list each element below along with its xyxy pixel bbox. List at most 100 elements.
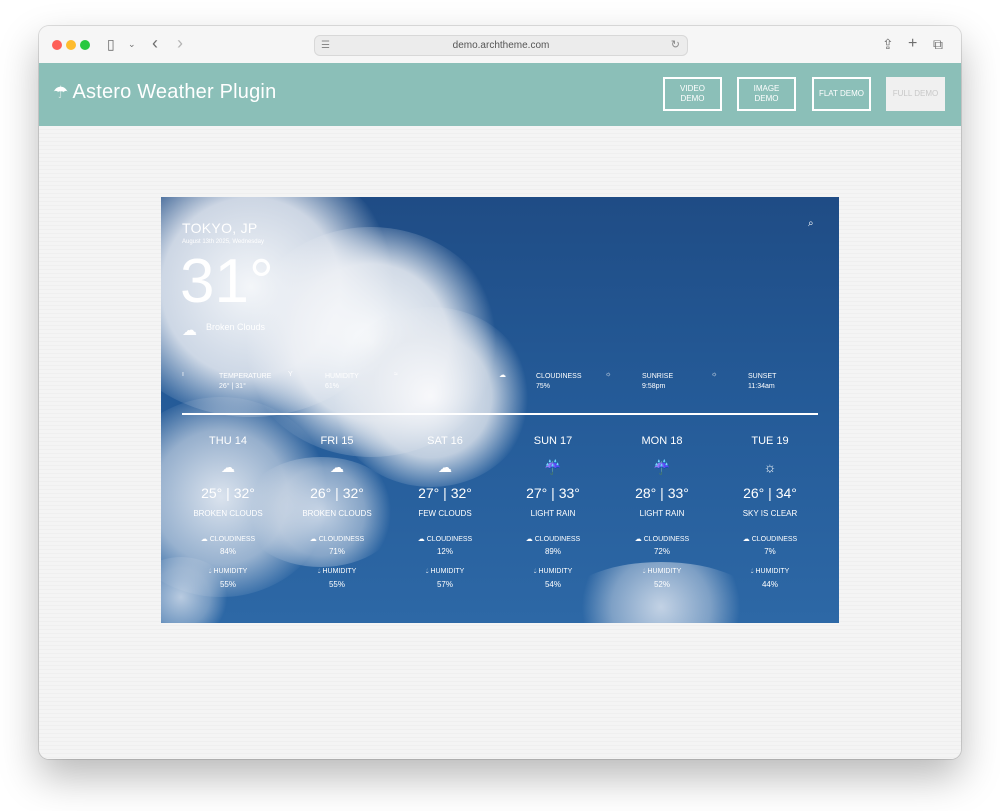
forecast-day-name: MON 18 (641, 435, 683, 447)
forecast-description: LIGHT RAIN (530, 509, 576, 518)
light-rain-icon: ☔ (544, 459, 562, 475)
forecast-range: 26° | 32° (310, 485, 364, 501)
forecast-description: LIGHT RAIN (639, 509, 685, 518)
forecast-humidity-label: 💧︎ HUMIDITY (715, 568, 825, 577)
cloud-icon: ☁ (309, 536, 319, 543)
forecast-cloudiness-label: ☁ CLOUDINESS (715, 535, 825, 544)
forecast-day: THU 14 ☁ 25° | 32° BROKEN CLOUDS ☁ CLOUD… (173, 435, 283, 590)
current-temperature: 31° (180, 247, 274, 316)
cloudiness-label: CLOUDINESS (318, 536, 365, 543)
forecast-description: BROKEN CLOUDS (193, 509, 263, 518)
stat-value: 75% (536, 383, 551, 390)
forecast-day: SUN 17 ☔ 27° | 33° LIGHT RAIN ☁ CLOUDINE… (498, 435, 608, 590)
forecast-humidity-label: 💧︎ HUMIDITY (173, 568, 283, 577)
forecast-cloudiness: 12% (436, 547, 453, 556)
minimize-window-button[interactable] (66, 40, 76, 50)
page-menu-icon[interactable]: ☰ (321, 36, 330, 55)
search-icon[interactable]: ⌕ (808, 218, 814, 229)
chevron-down-icon[interactable]: ⌄ (128, 35, 136, 53)
few-clouds-icon: ☁ (438, 459, 452, 475)
humidity-label: HUMIDITY (430, 568, 465, 575)
forecast-range: 27° | 32° (418, 485, 472, 501)
forecast-humidity-label: 💧︎ HUMIDITY (498, 568, 608, 577)
cloudiness-label: CLOUDINESS (643, 536, 690, 543)
forecast-day-name: SUN 17 (533, 435, 573, 447)
stat-label: SUNSET (748, 373, 777, 380)
broken-clouds-icon: ☁ (330, 459, 344, 475)
stat-value: 9:58pm (642, 383, 666, 390)
zoom-window-button[interactable] (80, 40, 90, 50)
cloud-icon: ☁ (525, 536, 535, 543)
forecast-humidity: 54% (544, 580, 561, 589)
tab-overview-icon[interactable]: ⧉ (933, 35, 943, 53)
site-brand[interactable]: ☂ Astero Weather Plugin (53, 79, 276, 106)
page-body: TOKYO, JP August 13th 2025, Wednesday 31… (39, 126, 961, 759)
reload-icon[interactable]: ↻ (671, 36, 680, 55)
stat-value: 61% (325, 383, 340, 390)
full-demo-button[interactable]: FULL DEMO (886, 77, 945, 111)
stat-value: 26° | 31° (219, 383, 246, 390)
forecast-cloudiness: 84% (219, 547, 236, 556)
forecast-day: MON 18 ☔ 28° | 33° LIGHT RAIN ☁ CLOUDINE… (607, 435, 717, 590)
forecast-range: 25° | 32° (201, 485, 255, 501)
forecast-day-name: FRI 15 (320, 435, 354, 447)
cloud-icon: ☁ (417, 536, 427, 543)
forecast-day-name: THU 14 (209, 435, 247, 447)
stat-label: CLOUDINESS (536, 373, 582, 380)
forecast-cloudiness-label: ☁ CLOUDINESS (607, 535, 717, 544)
cloudiness-label: CLOUDINESS (209, 536, 256, 543)
forecast-cloudiness-label: ☁ CLOUDINESS (173, 535, 283, 544)
forecast-humidity-label: 💧︎ HUMIDITY (607, 568, 717, 577)
humidity-icon: Y (288, 371, 293, 378)
sidebar-icon[interactable]: ▯ (107, 35, 115, 53)
cloudiness-label: CLOUDINESS (426, 536, 473, 543)
forecast-day: SAT 16 ☁ 27° | 32° FEW CLOUDS ☁ CLOUDINE… (390, 435, 500, 590)
browser-window: ▯ ⌄ ‹ › ☰ demo.archtheme.com ↻ ⇪ + ⧉ ☂ As… (39, 26, 961, 759)
video-demo-button[interactable]: VIDEO DEMO (663, 77, 722, 111)
image-demo-button[interactable]: IMAGE DEMO (737, 77, 796, 111)
forecast-humidity: 52% (653, 580, 670, 589)
city-name: TOKYO, JP (182, 220, 258, 236)
humidity-label: HUMIDITY (538, 568, 573, 575)
forecast-description: BROKEN CLOUDS (302, 509, 372, 518)
address-bar[interactable]: ☰ demo.archtheme.com ↻ (314, 35, 688, 56)
back-icon[interactable]: ‹ (152, 34, 158, 52)
forecast-humidity: 44% (761, 580, 778, 589)
forecast-day-name: TUE 19 (751, 435, 789, 447)
sunset-icon: ☼ (711, 371, 718, 378)
stat-value: 11:34am (748, 383, 775, 390)
cloud-icon: ☁ (200, 536, 210, 543)
forecast-range: 26° | 34° (743, 485, 797, 501)
current-date: August 13th 2025, Wednesday (182, 239, 264, 245)
cloud-icon: ☁ (499, 372, 506, 379)
forecast-range: 27° | 33° (526, 485, 580, 501)
forecast-cloudiness-label: ☁ CLOUDINESS (282, 535, 392, 544)
site-title: Astero Weather Plugin (72, 81, 277, 103)
forecast-description: SKY IS CLEAR (742, 509, 798, 518)
forecast-cloudiness-label: ☁ CLOUDINESS (498, 535, 608, 544)
forecast-cloudiness-label: ☁ CLOUDINESS (390, 535, 500, 544)
forecast-day-name: SAT 16 (427, 435, 463, 447)
close-window-button[interactable] (52, 40, 62, 50)
stat-label: TEMPERATURE (219, 373, 272, 380)
browser-toolbar: ▯ ⌄ ‹ › ☰ demo.archtheme.com ↻ ⇪ + ⧉ (39, 26, 961, 64)
stat-label: HUMIDITY (325, 373, 359, 380)
site-header: ☂ Astero Weather Plugin VIDEO DEMO IMAGE … (39, 63, 961, 126)
sun-icon: ☼ (763, 459, 777, 475)
forward-icon[interactable]: › (177, 34, 183, 52)
share-icon[interactable]: ⇪ (882, 35, 894, 53)
humidity-label: HUMIDITY (647, 568, 682, 575)
broken-clouds-icon: ☁ (221, 459, 235, 475)
sunrise-icon: ☼ (605, 371, 612, 378)
umbrella-icon: ☂ (53, 83, 69, 102)
cloudiness-label: CLOUDINESS (534, 536, 581, 543)
forecast-description: FEW CLOUDS (418, 509, 472, 518)
humidity-label: HUMIDITY (322, 568, 357, 575)
forecast-humidity: 55% (219, 580, 236, 589)
forecast-humidity-label: 💧︎ HUMIDITY (282, 568, 392, 577)
address-text: demo.archtheme.com (452, 40, 550, 51)
forecast-humidity-label: 💧︎ HUMIDITY (390, 568, 500, 577)
forecast-cloudiness: 72% (653, 547, 670, 556)
new-tab-icon[interactable]: + (908, 35, 917, 53)
flat-demo-button[interactable]: FLAT DEMO (812, 77, 871, 111)
